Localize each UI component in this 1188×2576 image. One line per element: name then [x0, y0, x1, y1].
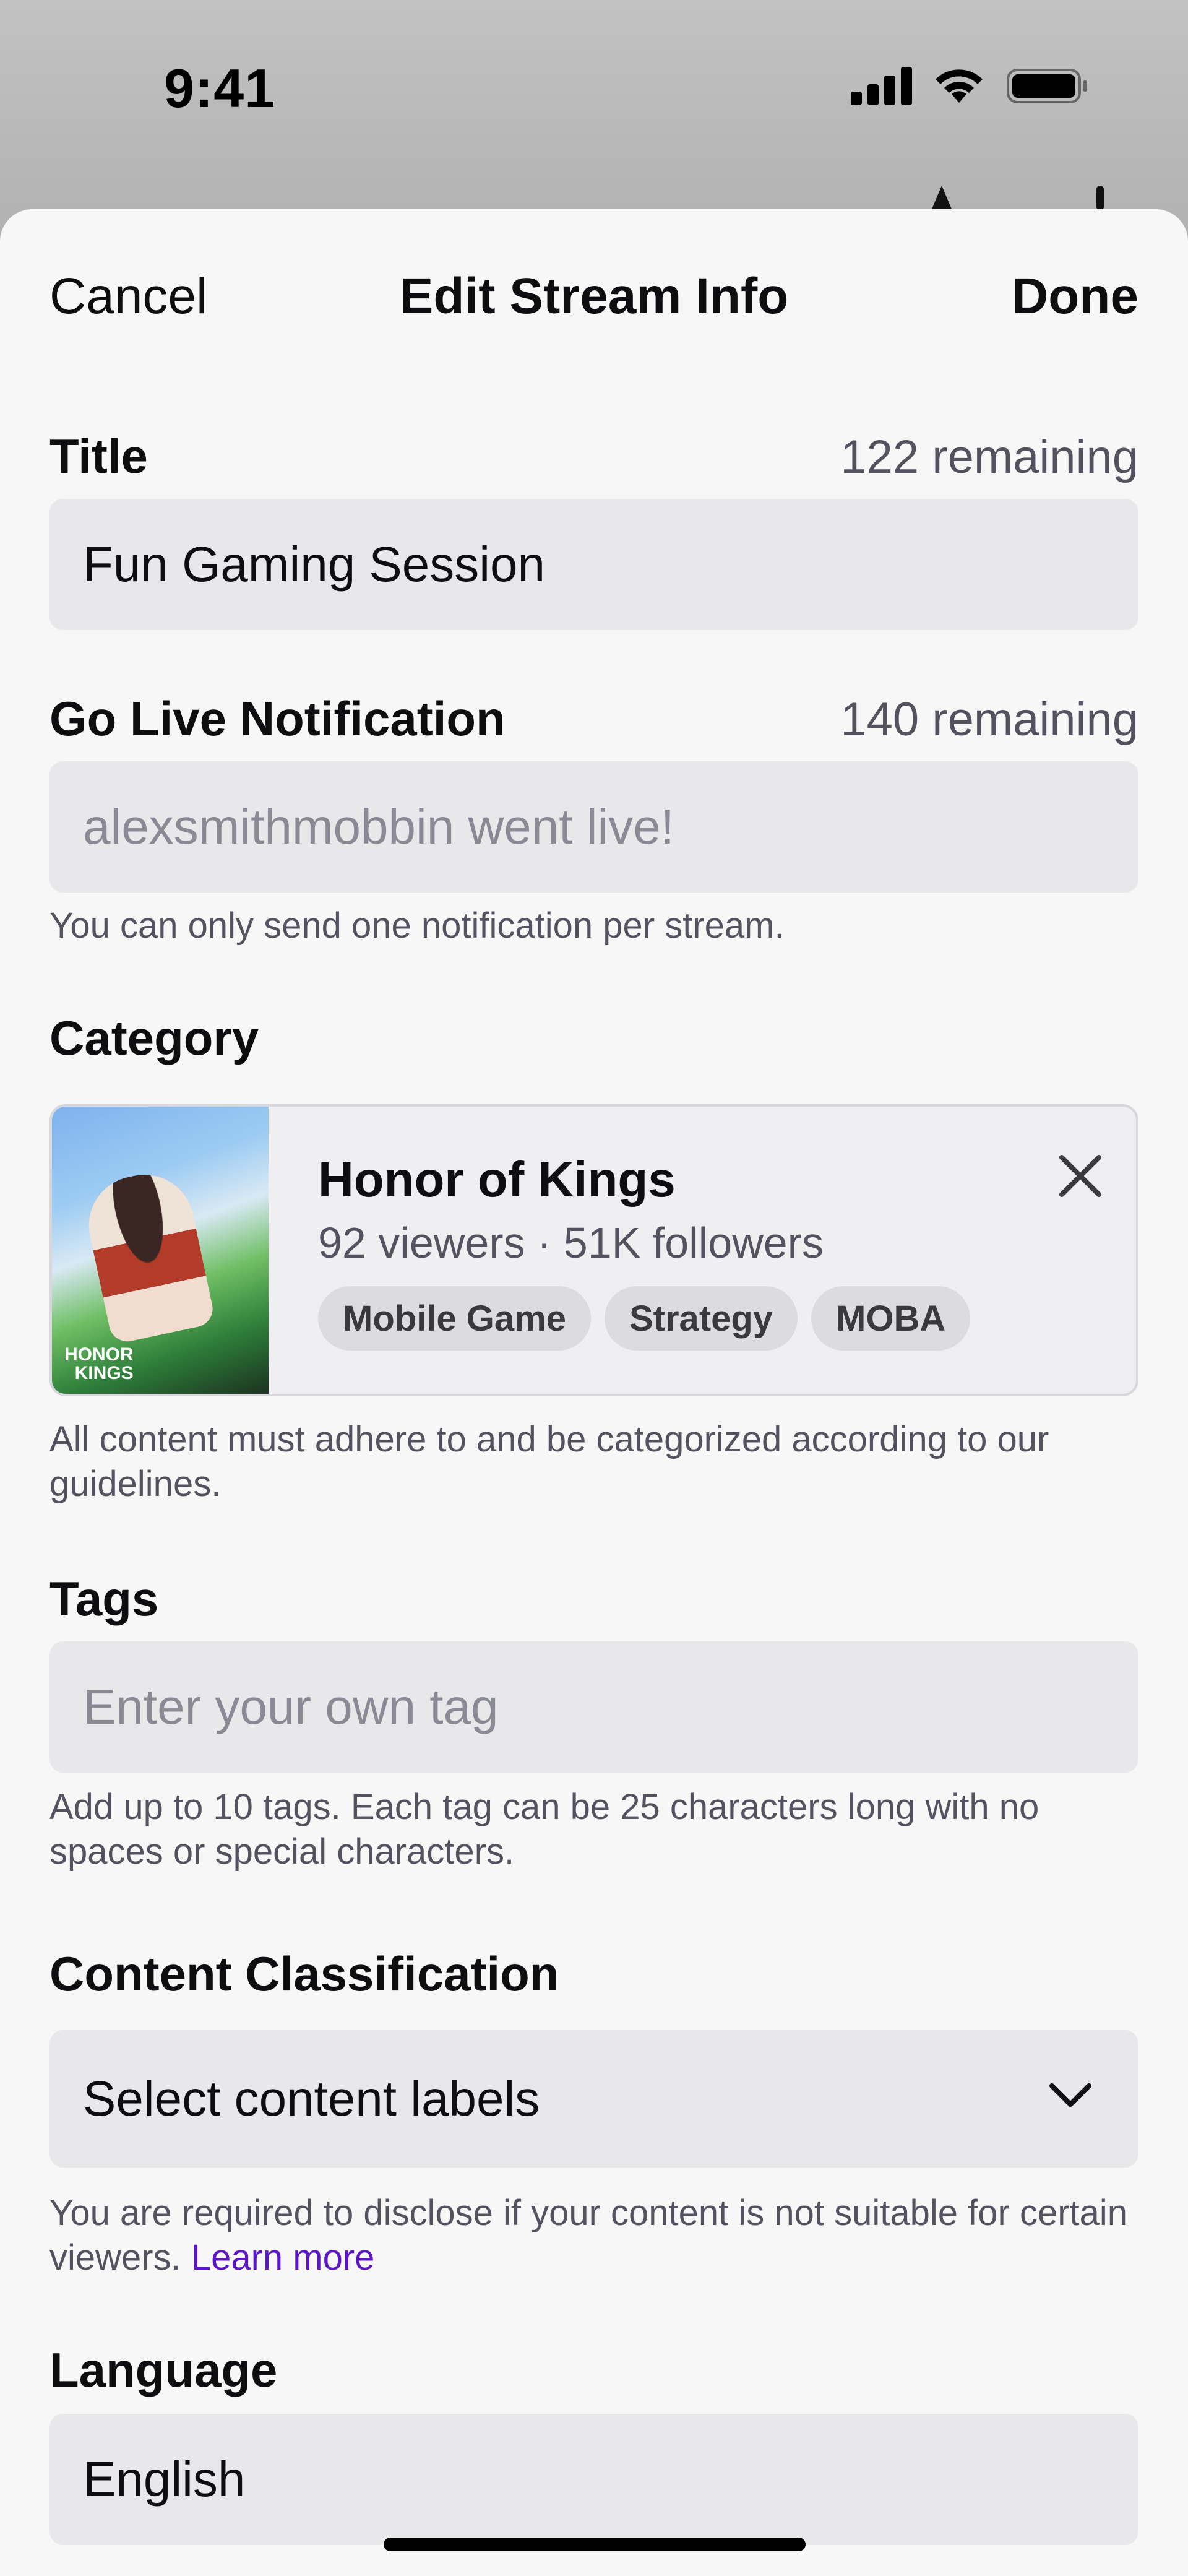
- notification-label-row: Go Live Notification 140 remaining: [50, 691, 1138, 747]
- category-card[interactable]: HONOR KINGS Honor of Kings 92 viewers · …: [50, 1104, 1138, 1396]
- status-icons: [851, 67, 1089, 105]
- category-cover-image: HONOR KINGS: [52, 1107, 269, 1394]
- category-stats: 92 viewers · 51K followers: [318, 1219, 824, 1267]
- title-input[interactable]: Fun Gaming Session: [50, 499, 1138, 630]
- cancel-button[interactable]: Cancel: [50, 267, 207, 326]
- status-bar: 9:41: [0, 0, 1188, 179]
- content-labels-select-value: Select content labels: [83, 2071, 540, 2126]
- title-label-row: Title 122 remaining: [50, 428, 1138, 485]
- language-select[interactable]: English: [50, 2414, 1138, 2545]
- tags-input[interactable]: Enter your own tag: [50, 1641, 1138, 1773]
- notification-char-counter: 140 remaining: [840, 693, 1138, 746]
- title-char-counter: 122 remaining: [840, 431, 1138, 483]
- done-button[interactable]: Done: [1012, 267, 1138, 326]
- language-label: Language: [50, 2343, 278, 2397]
- category-label: Category: [50, 1011, 259, 1065]
- category-label-row: Category: [50, 1010, 1138, 1066]
- wifi-icon: [936, 69, 983, 103]
- content-labels-select[interactable]: Select content labels: [50, 2030, 1138, 2168]
- learn-more-link[interactable]: Learn more: [191, 2237, 375, 2278]
- background-content: [931, 186, 952, 210]
- tags-label-row: Tags: [50, 1571, 1138, 1627]
- notification-helper-text: You can only send one notification per s…: [50, 905, 785, 946]
- category-tag: Mobile Game: [318, 1286, 591, 1351]
- background-content: [1096, 186, 1104, 210]
- category-tag: MOBA: [811, 1286, 971, 1351]
- content-classification-label: Content Classification: [50, 1947, 559, 2001]
- category-tag: Strategy: [604, 1286, 798, 1351]
- notification-input[interactable]: alexsmithmobbin went live!: [50, 761, 1138, 893]
- notification-label: Go Live Notification: [50, 691, 506, 746]
- home-indicator: [384, 2538, 806, 2551]
- content-classification-label-row: Content Classification: [50, 1946, 1138, 2002]
- status-time: 9:41: [164, 58, 276, 119]
- screen: 9:41 Edit Stream Info Cancel Done Title …: [0, 0, 1188, 2576]
- edit-stream-info-sheet: Edit Stream Info Cancel Done Title 122 r…: [0, 209, 1188, 2576]
- cellular-signal-icon: [851, 67, 912, 105]
- tags-helper-text: Add up to 10 tags. Each tag can be 25 ch…: [50, 1787, 1040, 1872]
- battery-icon: [1007, 69, 1087, 103]
- content-classification-helper-text: You are required to disclose if your con…: [50, 2191, 1151, 2280]
- nav-bar: Edit Stream Info Cancel Done: [0, 209, 1188, 379]
- language-label-row: Language: [50, 2342, 1138, 2398]
- tags-label: Tags: [50, 1571, 159, 1626]
- category-tag-list: Mobile Game Strategy MOBA: [318, 1286, 971, 1351]
- category-name: Honor of Kings: [318, 1152, 676, 1207]
- category-helper-text: All content must adhere to and be catego…: [50, 1419, 1049, 1504]
- chevron-down-icon: [1049, 2083, 1091, 2107]
- close-icon[interactable]: [1056, 1151, 1105, 1201]
- title-label: Title: [50, 429, 148, 483]
